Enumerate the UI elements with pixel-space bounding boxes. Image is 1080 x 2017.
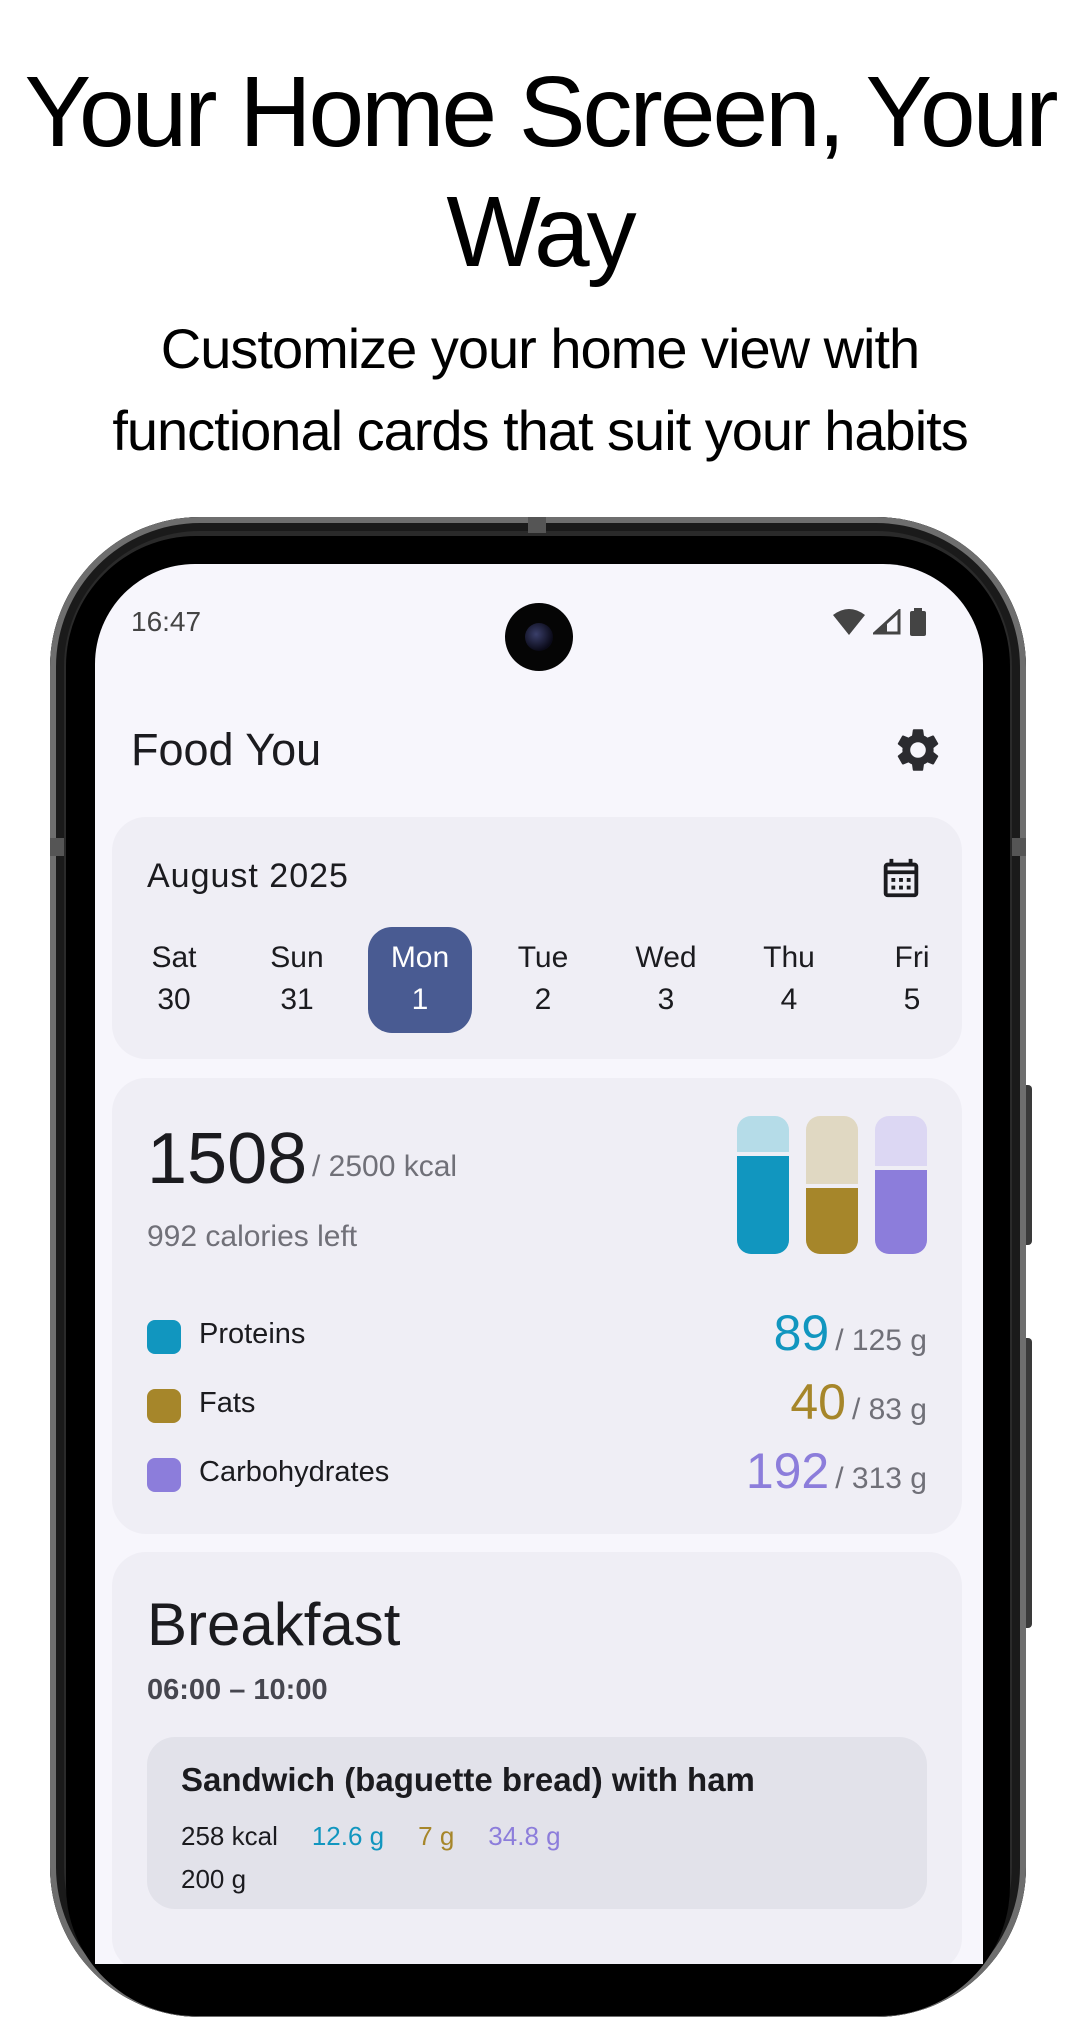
meal-card-breakfast[interactable]: Breakfast 06:00 – 10:00 Sandwich (baguet… [112, 1552, 962, 1964]
day-mon-selected[interactable]: Mon 1 [368, 927, 472, 1033]
day-tue[interactable]: Tue 2 [491, 927, 595, 1033]
food-nutrients: 258 kcal 12.6 g 7 g 34.8 g [181, 1821, 561, 1852]
macro-row-proteins: Proteins 89/ 125 g [147, 1305, 927, 1361]
fats-swatch [147, 1389, 181, 1423]
calendar-month: August 2025 [147, 857, 349, 895]
signal-icon [873, 609, 901, 635]
macro-row-carbohydrates: Carbohydrates 192/ 313 g [147, 1443, 927, 1499]
week-strip: Sat 30 Sun 31 Mon 1 Tue 2 Wed 3 Thu 4 Fri 5 [112, 927, 962, 1033]
gear-icon [897, 729, 939, 771]
carb-bar-fill [875, 1165, 927, 1254]
app-title: Food You [131, 724, 322, 775]
fat-bar-fill [806, 1183, 858, 1254]
carb-bar [875, 1116, 927, 1254]
macro-row-fats: Fats 40/ 83 g [147, 1374, 927, 1430]
calendar-card: August 2025 Sat 30 Sun 31 Mon 1 Tue 2 Wed 3 T… [112, 817, 962, 1059]
day-wed[interactable]: Wed 3 [614, 927, 718, 1033]
carbohydrates-swatch [147, 1458, 181, 1492]
food-fats: 7 g [418, 1821, 455, 1851]
wifi-icon [833, 609, 865, 635]
food-name: Sandwich (baguette bread) with ham [181, 1761, 755, 1798]
food-carbs: 34.8 g [488, 1821, 561, 1851]
day-sun[interactable]: Sun 31 [245, 927, 349, 1033]
fats-goal: / 83 g [851, 1393, 927, 1426]
fats-label: Fats [199, 1387, 256, 1419]
food-kcal: 258 kcal [181, 1821, 278, 1851]
day-thu[interactable]: Thu 4 [737, 927, 841, 1033]
carbohydrates-label: Carbohydrates [199, 1456, 390, 1488]
calories-eaten: 1508 [147, 1119, 308, 1199]
fat-bar [806, 1116, 858, 1254]
promo-subtitle: Customize your home view with functional… [112, 317, 968, 462]
proteins-label: Proteins [199, 1318, 306, 1350]
antenna-line [50, 838, 64, 856]
carbohydrates-goal: / 313 g [835, 1462, 927, 1495]
day-fri[interactable]: Fri 5 [860, 927, 964, 1033]
settings-button[interactable] [892, 724, 944, 776]
macro-bars [737, 1116, 927, 1256]
promo-title: Your Home Screen, Your Way [24, 56, 1058, 288]
front-camera [505, 603, 573, 671]
antenna-line [1012, 838, 1026, 856]
proteins-swatch [147, 1320, 181, 1354]
antenna-line [528, 517, 546, 533]
calendar-icon [883, 858, 919, 898]
protein-bar-fill [737, 1152, 789, 1254]
battery-icon [910, 608, 926, 636]
food-proteins: 12.6 g [311, 1821, 385, 1851]
protein-bar [737, 1116, 789, 1254]
status-time: 16:47 [131, 606, 202, 637]
proteins-value: 89 [773, 1305, 830, 1361]
status-icons [833, 608, 927, 636]
food-weight: 200 g [181, 1864, 247, 1894]
carbohydrates-value: 192 [745, 1443, 830, 1499]
calories-goal: / 2500 kcal [312, 1150, 458, 1183]
phone-screen: 16:47 Food You August 2025 Sat 30 Sun 31 M… [95, 564, 983, 1964]
fats-value: 40 [790, 1374, 846, 1430]
proteins-goal: / 125 g [835, 1324, 927, 1357]
day-sat[interactable]: Sat 30 [122, 927, 226, 1033]
meal-time: 06:00 – 10:00 [147, 1674, 328, 1706]
food-item[interactable]: Sandwich (baguette bread) with ham 258 k… [147, 1737, 927, 1909]
calories-left: 992 calories left [147, 1220, 358, 1253]
calendar-button[interactable] [878, 855, 924, 901]
nutrition-summary-card[interactable]: 1508 / 2500 kcal 992 calories left Prote… [112, 1078, 962, 1534]
meal-title: Breakfast [147, 1591, 401, 1658]
